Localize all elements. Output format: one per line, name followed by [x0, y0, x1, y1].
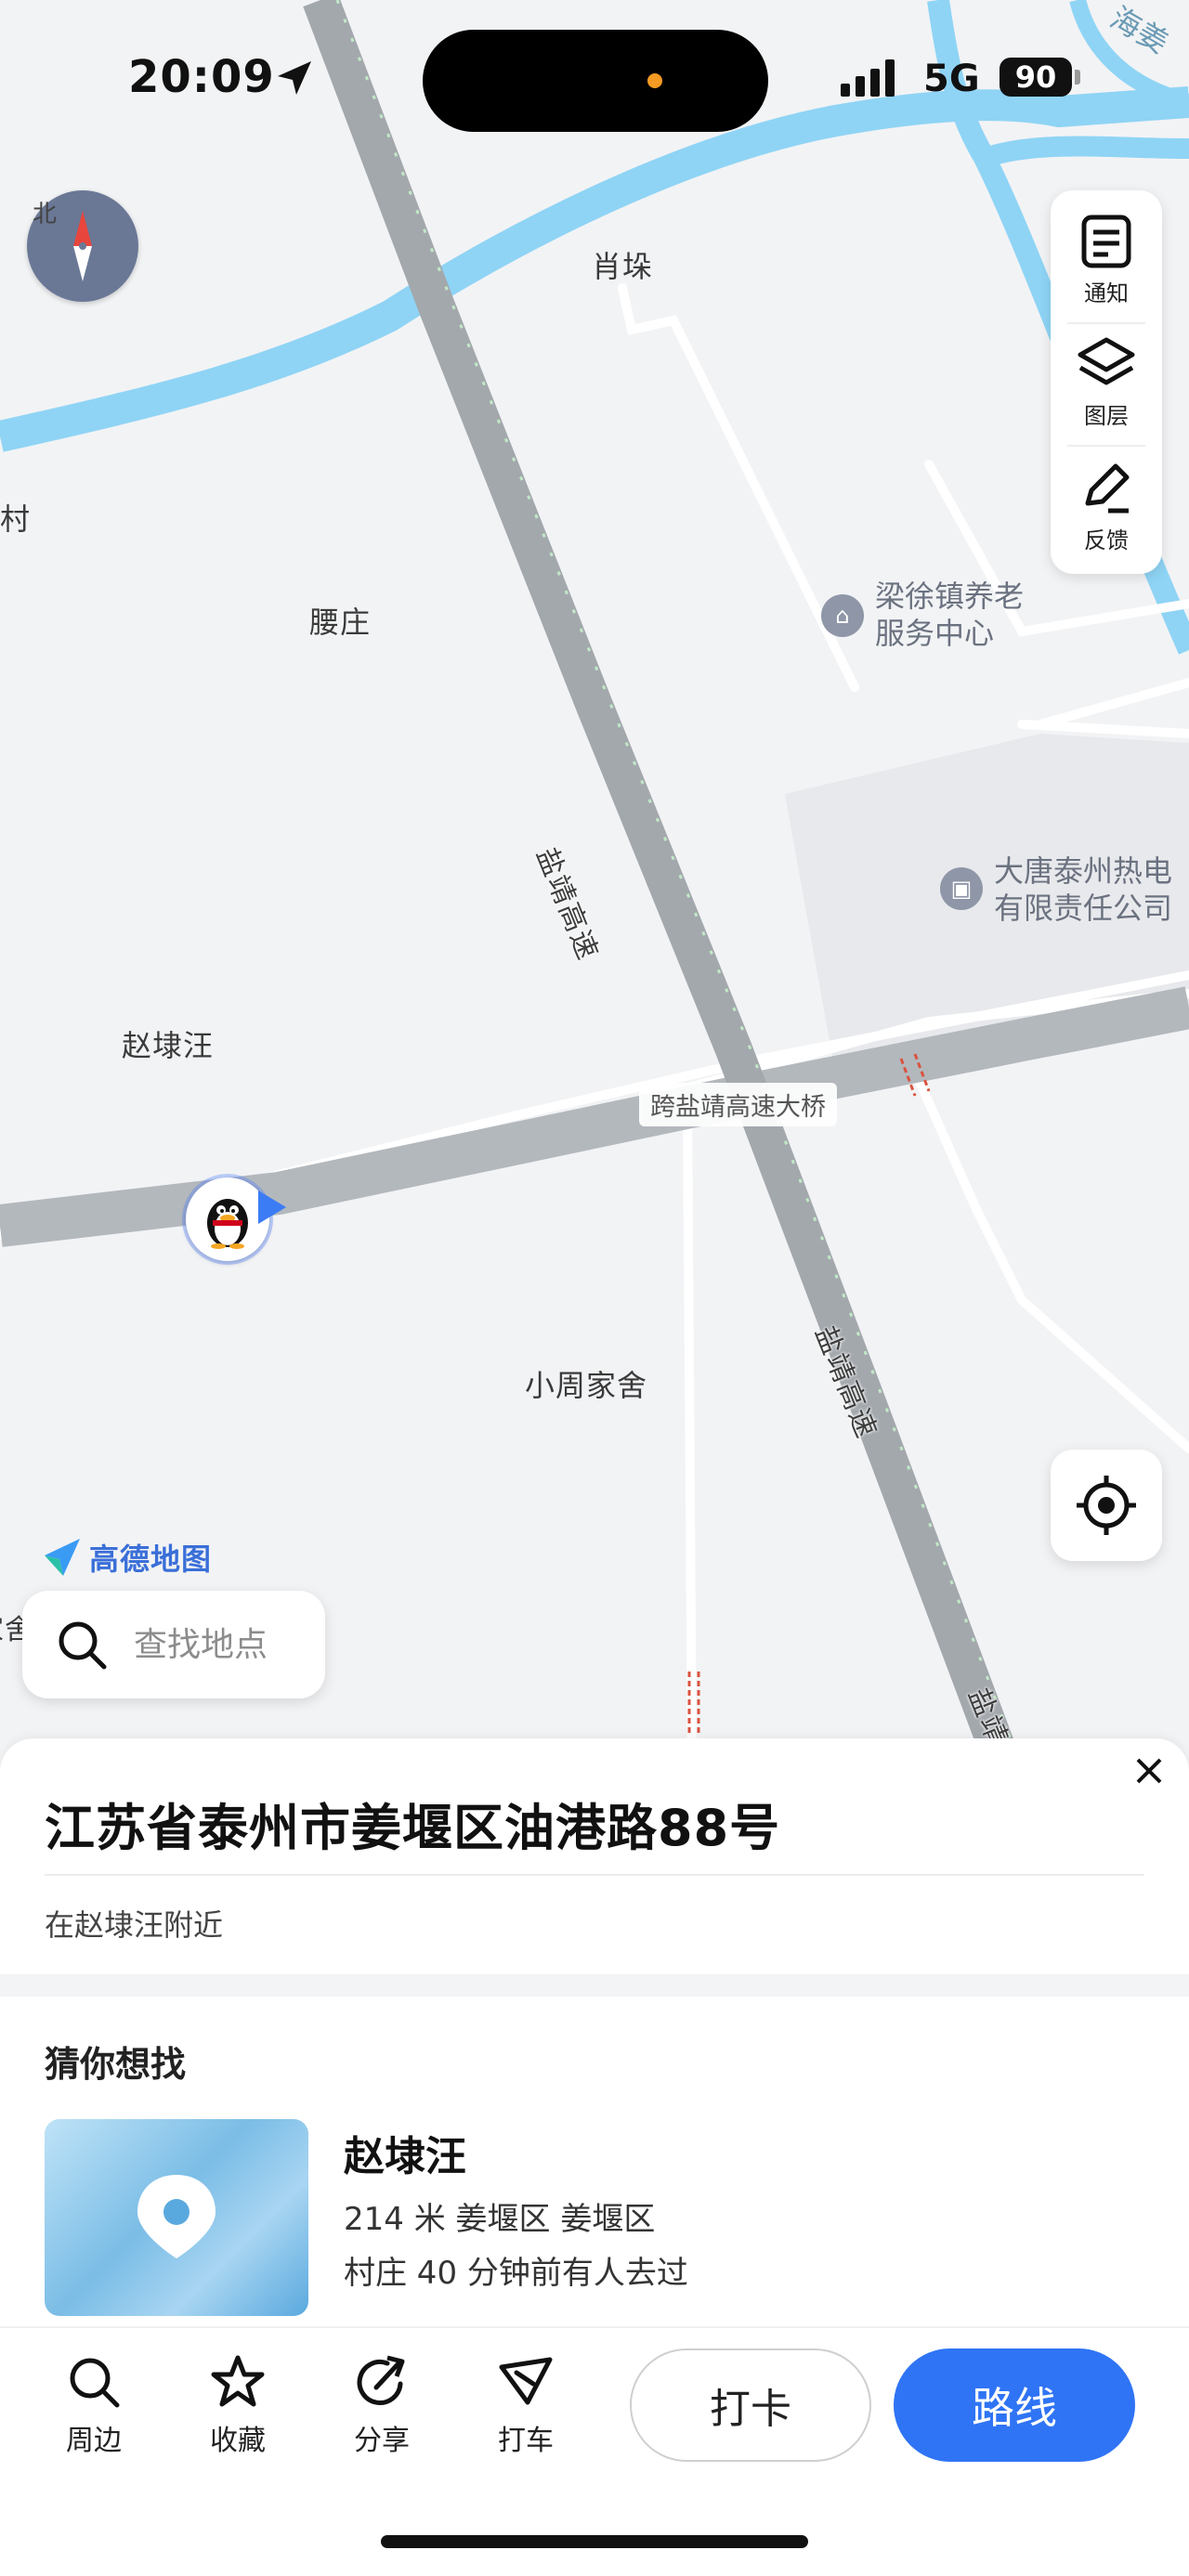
star-icon [211, 2355, 265, 2407]
heading-arrow-icon [258, 1190, 286, 1224]
network-type: 5G [923, 58, 980, 100]
nearby-text: 在赵埭汪附近 [45, 1907, 224, 1943]
close-button[interactable] [1126, 1748, 1172, 1794]
privacy-indicator-dot [647, 73, 662, 88]
nearby-button[interactable]: 周边 [43, 2354, 145, 2465]
layers-icon [1078, 337, 1135, 384]
locate-me-button[interactable] [1051, 1450, 1162, 1561]
feedback-label: 反馈 [1084, 527, 1129, 553]
battery-tip [1075, 70, 1080, 85]
nearby-label: 周边 [66, 2425, 122, 2457]
favorite-label: 收藏 [210, 2425, 266, 2457]
penguin-avatar-icon [207, 1199, 248, 1249]
guess-section-title: 猜你想找 [45, 2044, 187, 2085]
amap-logo-icon [45, 1539, 80, 1576]
layers-button[interactable]: 图层 [1051, 322, 1162, 443]
user-location-marker[interactable] [186, 1177, 269, 1261]
favorite-button[interactable]: 收藏 [187, 2354, 289, 2465]
checkin-button[interactable]: 打卡 [630, 2348, 871, 2462]
search-icon [70, 2358, 120, 2408]
place-extra: 村庄 40 分钟前有人去过 [344, 2255, 688, 2292]
poi-label-nursing[interactable]: 梁徐镇养老 服务中心 [875, 578, 1024, 652]
amap-logo: 高德地图 [41, 1536, 212, 1579]
address-title: 江苏省泰州市姜堰区油港路88号 [45, 1799, 781, 1857]
share-button[interactable]: 分享 [331, 2354, 433, 2465]
dynamic-island [423, 30, 768, 132]
factory-icon[interactable]: ▣ [940, 867, 983, 910]
map-pin-icon [137, 2175, 216, 2258]
notice-button[interactable]: 通知 [1051, 200, 1162, 320]
share-label: 分享 [354, 2425, 410, 2457]
poi-label-line1: 梁徐镇养老 [875, 579, 1025, 614]
poi-label-power-plant[interactable]: 大唐泰州热电 有限责任公司 [994, 852, 1172, 927]
place-meta: 214 米 姜堰区 姜堰区 [344, 2201, 656, 2238]
notice-label: 通知 [1084, 280, 1129, 306]
cellular-signal-icon [841, 59, 895, 97]
road-label-bridge: 跨盐靖高速大桥 [639, 1083, 837, 1126]
status-time: 20:09 [128, 51, 275, 103]
map-label-yaozhuang: 腰庄 [309, 605, 372, 640]
building-icon[interactable]: ⌂ [821, 594, 864, 637]
feedback-icon [1085, 463, 1130, 513]
amap-logo-text: 高德地图 [89, 1542, 213, 1577]
location-arrow-icon [278, 61, 311, 95]
poi-label-line1: 大唐泰州热电 [994, 853, 1173, 889]
suggested-place-card[interactable]: 赵埭汪 214 米 姜堰区 姜堰区 村庄 40 分钟前有人去过 [45, 2119, 1144, 2320]
taxi-button[interactable]: 打车 [475, 2354, 577, 2465]
map-view[interactable]: 肖垛 腰庄 赵埭汪 小周家舍 村 海姜 家舍 盐靖高速 盐靖高速 盐靖高速 跨盐… [0, 0, 1189, 1764]
feedback-button[interactable]: 反馈 [1051, 447, 1162, 567]
search-box[interactable] [22, 1591, 325, 1698]
map-label-zhaodaiwang: 赵埭汪 [122, 1028, 215, 1063]
search-icon [59, 1621, 107, 1670]
divider [45, 1874, 1144, 1876]
route-button[interactable]: 路线 [894, 2348, 1135, 2462]
section-divider [0, 1974, 1189, 1997]
place-thumbnail [45, 2119, 308, 2316]
search-input[interactable] [134, 1625, 320, 1664]
taxi-label: 打车 [498, 2425, 554, 2457]
taxi-icon [499, 2357, 553, 2405]
map-tool-panel: 通知 图层 反馈 [1051, 190, 1162, 574]
map-label-xiaozhoujiashe: 小周家舍 [525, 1368, 648, 1403]
layers-label: 图层 [1084, 402, 1129, 429]
map-label-cun: 村 [0, 501, 32, 537]
poi-label-line2: 服务中心 [875, 616, 995, 651]
place-name: 赵埭汪 [344, 2133, 466, 2180]
compass-icon: 北 [33, 201, 92, 281]
compass-label: 北 [33, 201, 57, 228]
battery-indicator: 90 [1000, 58, 1072, 97]
map-label-xiaoduo: 肖垛 [592, 249, 654, 284]
compass-button[interactable]: 北 [27, 190, 138, 302]
share-icon [357, 2355, 405, 2405]
poi-label-line2: 有限责任公司 [994, 891, 1173, 926]
home-indicator[interactable] [381, 2535, 808, 2548]
close-icon [1136, 1758, 1162, 1784]
notice-icon [1081, 215, 1131, 267]
crosshair-icon [1077, 1476, 1136, 1535]
